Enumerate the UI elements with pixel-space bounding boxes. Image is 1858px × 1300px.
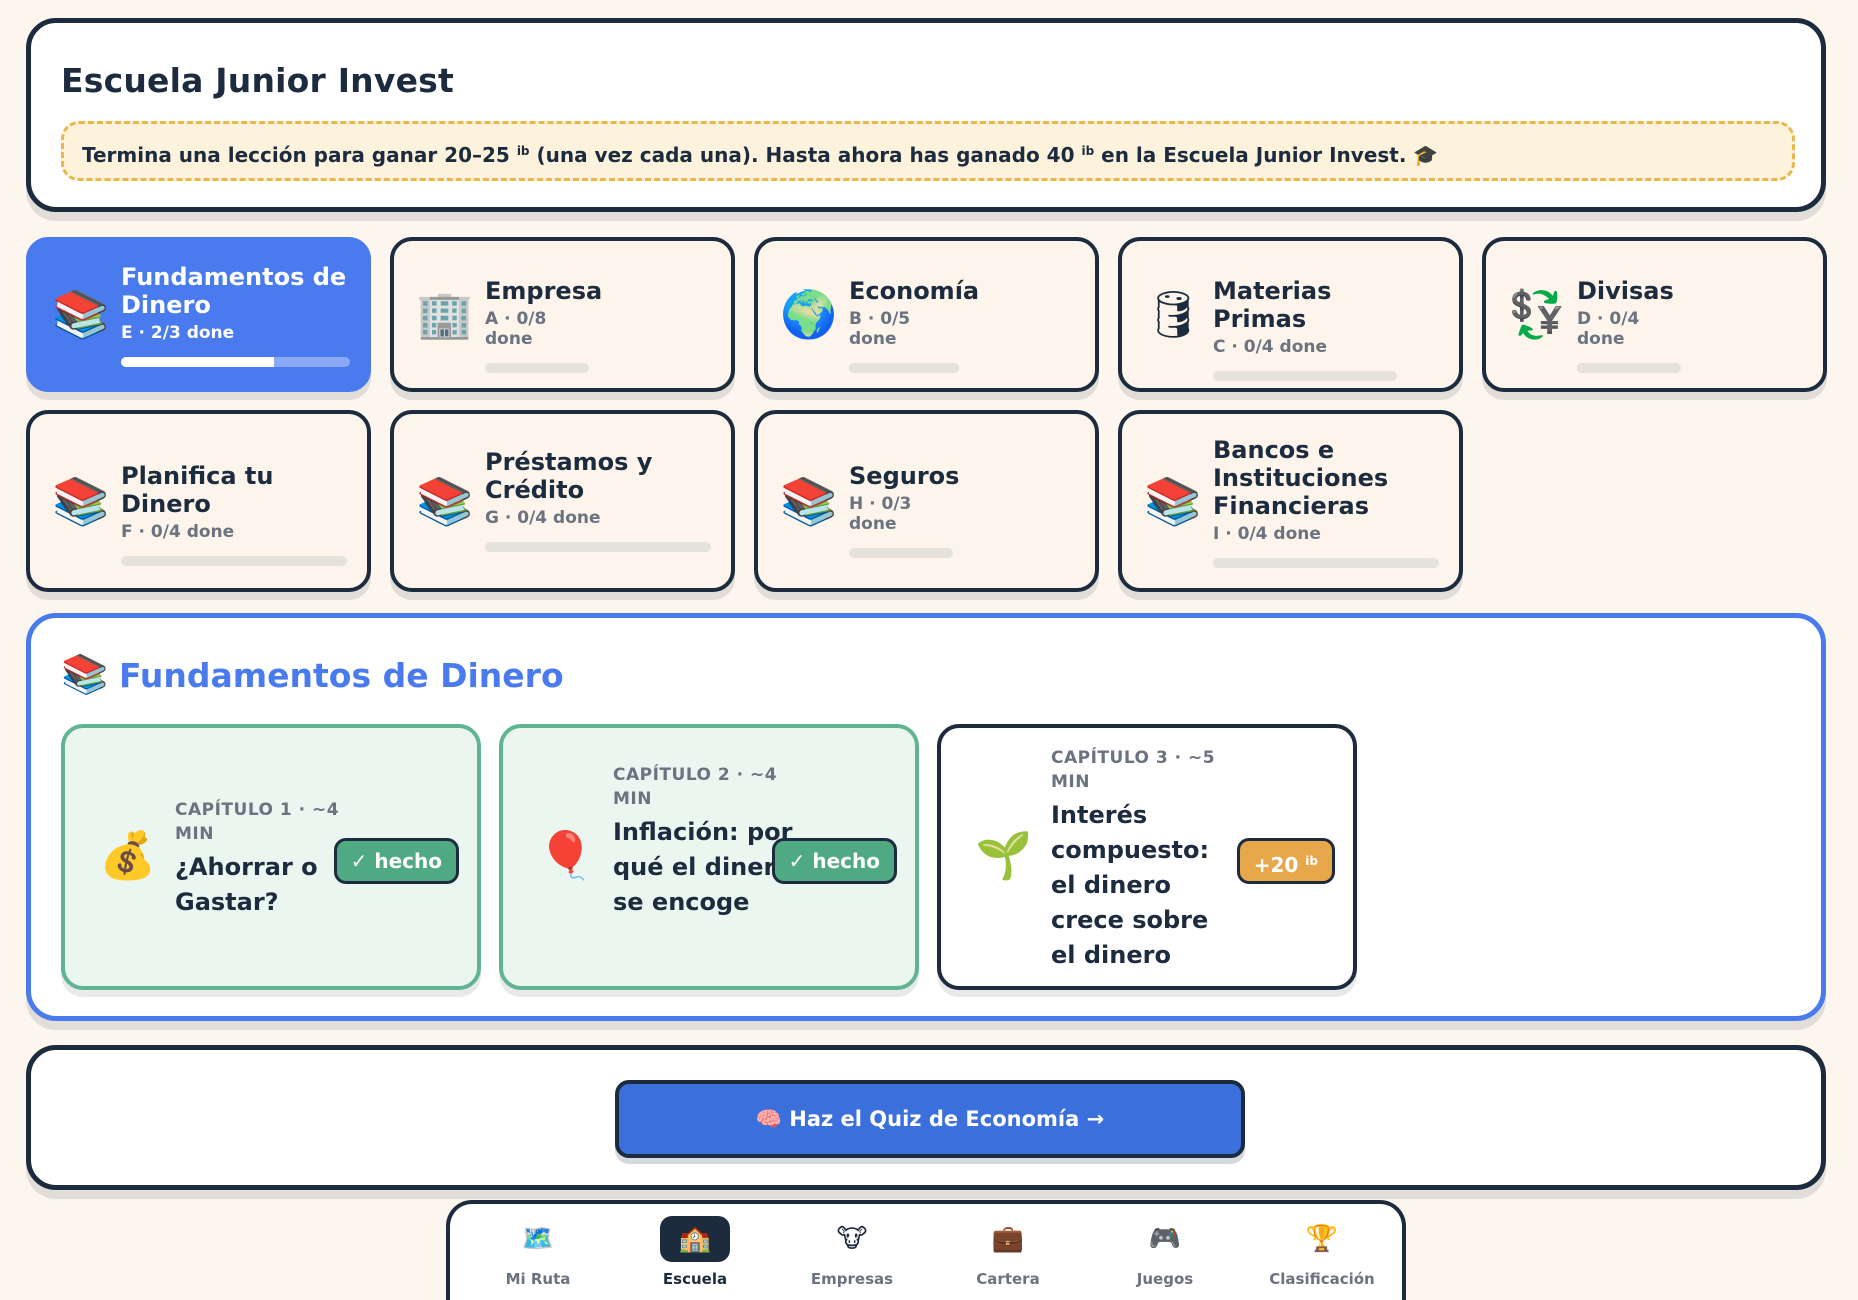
briefcase-icon: 💼 — [991, 1224, 1025, 1254]
module-progress-bar — [121, 556, 347, 566]
nav-label: Mi Ruta — [505, 1270, 571, 1288]
lesson-title: Interés compuesto: el dinero crece sobre… — [1051, 801, 1210, 969]
module-seguros[interactable]: 📚 Seguros H · 0/3 done — [754, 410, 1099, 592]
module-meta: D · 0/4 done — [1577, 309, 1640, 349]
nav-label: Juegos — [1136, 1270, 1194, 1288]
money-bag-icon: 💰 — [99, 828, 157, 882]
module-divisas[interactable]: 💱 Divisas D · 0/4 done — [1482, 237, 1827, 392]
nav-item-escuela[interactable]: 🏫 Escuela — [625, 1216, 765, 1288]
module-meta: H · 0/3 done — [849, 494, 912, 534]
module-progress-bar — [1577, 363, 1681, 373]
map-icon: 🗺️ — [521, 1224, 555, 1254]
notice-text-b: (una vez cada una). Hasta ahora has gana… — [529, 143, 1082, 167]
module-meta: A · 0/8 done — [485, 309, 547, 349]
globe-icon: 🌍 — [780, 287, 838, 341]
module-fundamentos-de-dinero[interactable]: 📚 Fundamentos de Dinero E · 2/3 done — [26, 237, 371, 392]
module-progress-bar — [485, 542, 711, 552]
lessons-panel-title: Fundamentos de Dinero — [119, 656, 564, 695]
lesson-card-3[interactable]: 🌱 CAPÍTULO 3 · ~5 MIN Interés compuesto:… — [937, 724, 1357, 990]
module-name: Empresa — [485, 277, 603, 305]
seedling-icon: 🌱 — [975, 828, 1033, 882]
lesson-meta: CAPÍTULO 3 · ~5 MIN — [1051, 748, 1216, 792]
header-card: Escuela Junior Invest Termina una lecció… — [26, 18, 1826, 212]
module-meta: G · 0/4 done — [485, 508, 601, 528]
module-progress-bar — [1213, 371, 1397, 381]
done-badge: ✓ hecho — [771, 838, 897, 884]
reward-notice: Termina una lección para ganar 20–25 ib … — [61, 121, 1795, 181]
page-title: Escuela Junior Invest — [61, 61, 454, 100]
reward-badge: +20 ib — [1236, 838, 1335, 884]
nav-label: Escuela — [662, 1270, 728, 1288]
nav-item-clasificacion[interactable]: 🏆 Clasificación — [1252, 1216, 1392, 1288]
books-icon: 📚 — [780, 474, 838, 528]
module-prestamos-y-credito[interactable]: 📚 Préstamos y Crédito G · 0/4 done — [390, 410, 735, 592]
school-icon: 🏫 — [660, 1216, 730, 1262]
coin-icon: ib — [1081, 144, 1095, 158]
module-name: Fundamentos de Dinero — [121, 263, 347, 319]
gamepad-icon: 🎮 — [1148, 1224, 1182, 1254]
currency-exchange-icon: 💱 — [1508, 287, 1566, 341]
books-icon: 📚 — [416, 474, 474, 528]
lessons-panel: 📚 Fundamentos de Dinero 💰 CAPÍTULO 1 · ~… — [26, 613, 1826, 1021]
module-progress-bar — [485, 363, 589, 373]
books-icon: 📚 — [1144, 474, 1202, 528]
nav-label: Cartera — [976, 1270, 1040, 1288]
nav-label: Empresas — [810, 1270, 894, 1288]
lesson-card-2[interactable]: 🎈 CAPÍTULO 2 · ~4 MIN Inflación: por qué… — [499, 724, 919, 990]
cow-icon: 🐮 — [836, 1224, 868, 1254]
balloon-icon: 🎈 — [537, 828, 595, 882]
lesson-title: Inflación: por qué el dinero se encoge — [613, 818, 793, 916]
module-bancos-e-instituciones-financieras[interactable]: 📚 Bancos e Instituciones Financieras I ·… — [1118, 410, 1463, 592]
nav-label: Clasificación — [1269, 1270, 1375, 1288]
done-badge: ✓ hecho — [333, 838, 459, 884]
module-progress-bar — [849, 363, 959, 373]
lesson-title: ¿Ahorrar o Gastar? — [175, 853, 318, 916]
module-name: Materias Primas — [1213, 277, 1332, 333]
books-icon: 📚 — [52, 287, 110, 341]
notice-text-c: en la Escuela Junior Invest. 🎓 — [1094, 143, 1439, 167]
module-progress-bar — [121, 357, 350, 367]
reward-amount: +20 — [1253, 853, 1299, 877]
nav-item-juegos[interactable]: 🎮 Juegos — [1095, 1216, 1235, 1288]
module-progress-bar — [849, 548, 953, 558]
module-meta: C · 0/4 done — [1213, 337, 1328, 357]
module-materias-primas[interactable]: 🛢 Materias Primas C · 0/4 done — [1118, 237, 1463, 392]
notice-text-a: Termina una lección para ganar 20–25 — [82, 143, 517, 167]
nav-item-cartera[interactable]: 💼 Cartera — [938, 1216, 1078, 1288]
module-meta: F · 0/4 done — [121, 522, 235, 542]
lesson-meta: CAPÍTULO 1 · ~4 MIN — [175, 800, 340, 844]
office-building-icon: 🏢 — [416, 287, 474, 341]
books-icon: 📚 — [52, 474, 110, 528]
module-name: Préstamos y Crédito — [485, 448, 653, 504]
lesson-card-1[interactable]: 💰 CAPÍTULO 1 · ~4 MIN ¿Ahorrar o Gastar?… — [61, 724, 481, 990]
module-meta: B · 0/5 done — [849, 309, 911, 349]
module-progress-bar — [1213, 558, 1439, 568]
coin-icon: ib — [1305, 854, 1318, 868]
economy-quiz-button[interactable]: 🧠 Haz el Quiz de Economía → — [615, 1080, 1245, 1158]
module-economia[interactable]: 🌍 Economía B · 0/5 done — [754, 237, 1099, 392]
module-name: Economía — [849, 277, 980, 305]
books-icon: 📚 — [61, 652, 109, 696]
trophy-icon: 🏆 — [1305, 1224, 1339, 1254]
module-progress-fill — [121, 357, 274, 367]
module-meta: I · 0/4 done — [1213, 524, 1321, 544]
coin-icon: ib — [516, 144, 530, 158]
module-planifica-tu-dinero[interactable]: 📚 Planifica tu Dinero F · 0/4 done — [26, 410, 371, 592]
lesson-meta: CAPÍTULO 2 · ~4 MIN — [613, 765, 778, 809]
nav-item-mi-ruta[interactable]: 🗺️ Mi Ruta — [468, 1216, 608, 1288]
module-name: Divisas — [1577, 277, 1674, 305]
module-empresa[interactable]: 🏢 Empresa A · 0/8 done — [390, 237, 735, 392]
module-name: Bancos e Instituciones Financieras — [1213, 436, 1389, 520]
bottom-nav: 🗺️ Mi Ruta 🏫 Escuela 🐮 Empresas 💼 Carter… — [446, 1200, 1406, 1300]
module-name: Planifica tu Dinero — [121, 462, 274, 518]
quiz-card: 🧠 Haz el Quiz de Economía → — [26, 1045, 1826, 1190]
module-name: Seguros — [849, 462, 960, 490]
nav-item-empresas[interactable]: 🐮 Empresas — [782, 1216, 922, 1288]
oil-barrel-icon: 🛢 — [1144, 287, 1203, 341]
module-meta: E · 2/3 done — [121, 323, 235, 343]
